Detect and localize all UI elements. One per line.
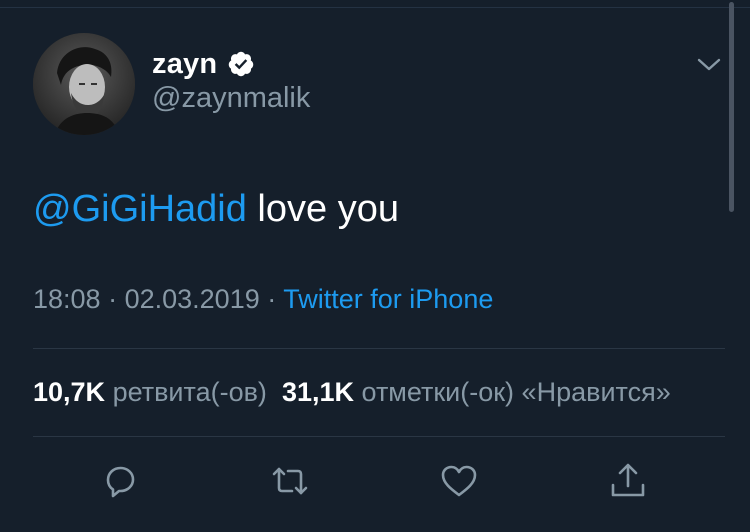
tweet-body: love you — [246, 188, 399, 230]
likes-label: отметки(-ок) «Нравится» — [361, 377, 671, 407]
likes-count: 31,1K — [281, 377, 354, 407]
tweet-meta: 18:08 · 02.03.2019 · Twitter for iPhone — [33, 284, 493, 315]
tweet-detail-screen: zayn @zaynmalik @GiGiHadid love you 18:0… — [0, 0, 750, 532]
retweet-icon[interactable] — [270, 461, 310, 501]
heart-icon[interactable] — [439, 461, 479, 501]
likes-stat[interactable]: 31,1K отметки(-ок) «Нравится» — [282, 377, 671, 407]
retweets-label: ретвита(-ов) — [112, 377, 267, 407]
retweets-count: 10,7K — [33, 377, 106, 407]
author-name-row: zayn — [152, 46, 255, 82]
tweet-text: @GiGiHadid love you — [33, 188, 399, 231]
avatar-photo — [33, 33, 135, 135]
separator: · — [267, 284, 284, 314]
tweet-source-link[interactable]: Twitter for iPhone — [283, 284, 493, 314]
top-divider — [0, 0, 750, 8]
divider — [33, 436, 725, 437]
mention-link[interactable]: @GiGiHadid — [33, 188, 247, 230]
author-handle[interactable]: @zaynmalik — [152, 82, 310, 115]
reply-icon[interactable] — [100, 461, 140, 501]
share-icon[interactable] — [608, 461, 648, 501]
retweets-stat[interactable]: 10,7K ретвита(-ов) — [33, 377, 267, 407]
verified-badge-icon — [227, 50, 255, 78]
tweet-stats: 10,7K ретвита(-ов) 31,1K отметки(-ок) «Н… — [33, 377, 750, 408]
separator: · — [108, 284, 125, 314]
display-name[interactable]: zayn — [152, 48, 217, 81]
chevron-down-icon[interactable] — [696, 55, 722, 75]
divider — [33, 348, 725, 349]
avatar[interactable] — [33, 33, 135, 135]
tweet-time: 18:08 — [33, 284, 101, 314]
scrollbar[interactable] — [729, 2, 734, 212]
tweet-date: 02.03.2019 — [124, 284, 260, 314]
